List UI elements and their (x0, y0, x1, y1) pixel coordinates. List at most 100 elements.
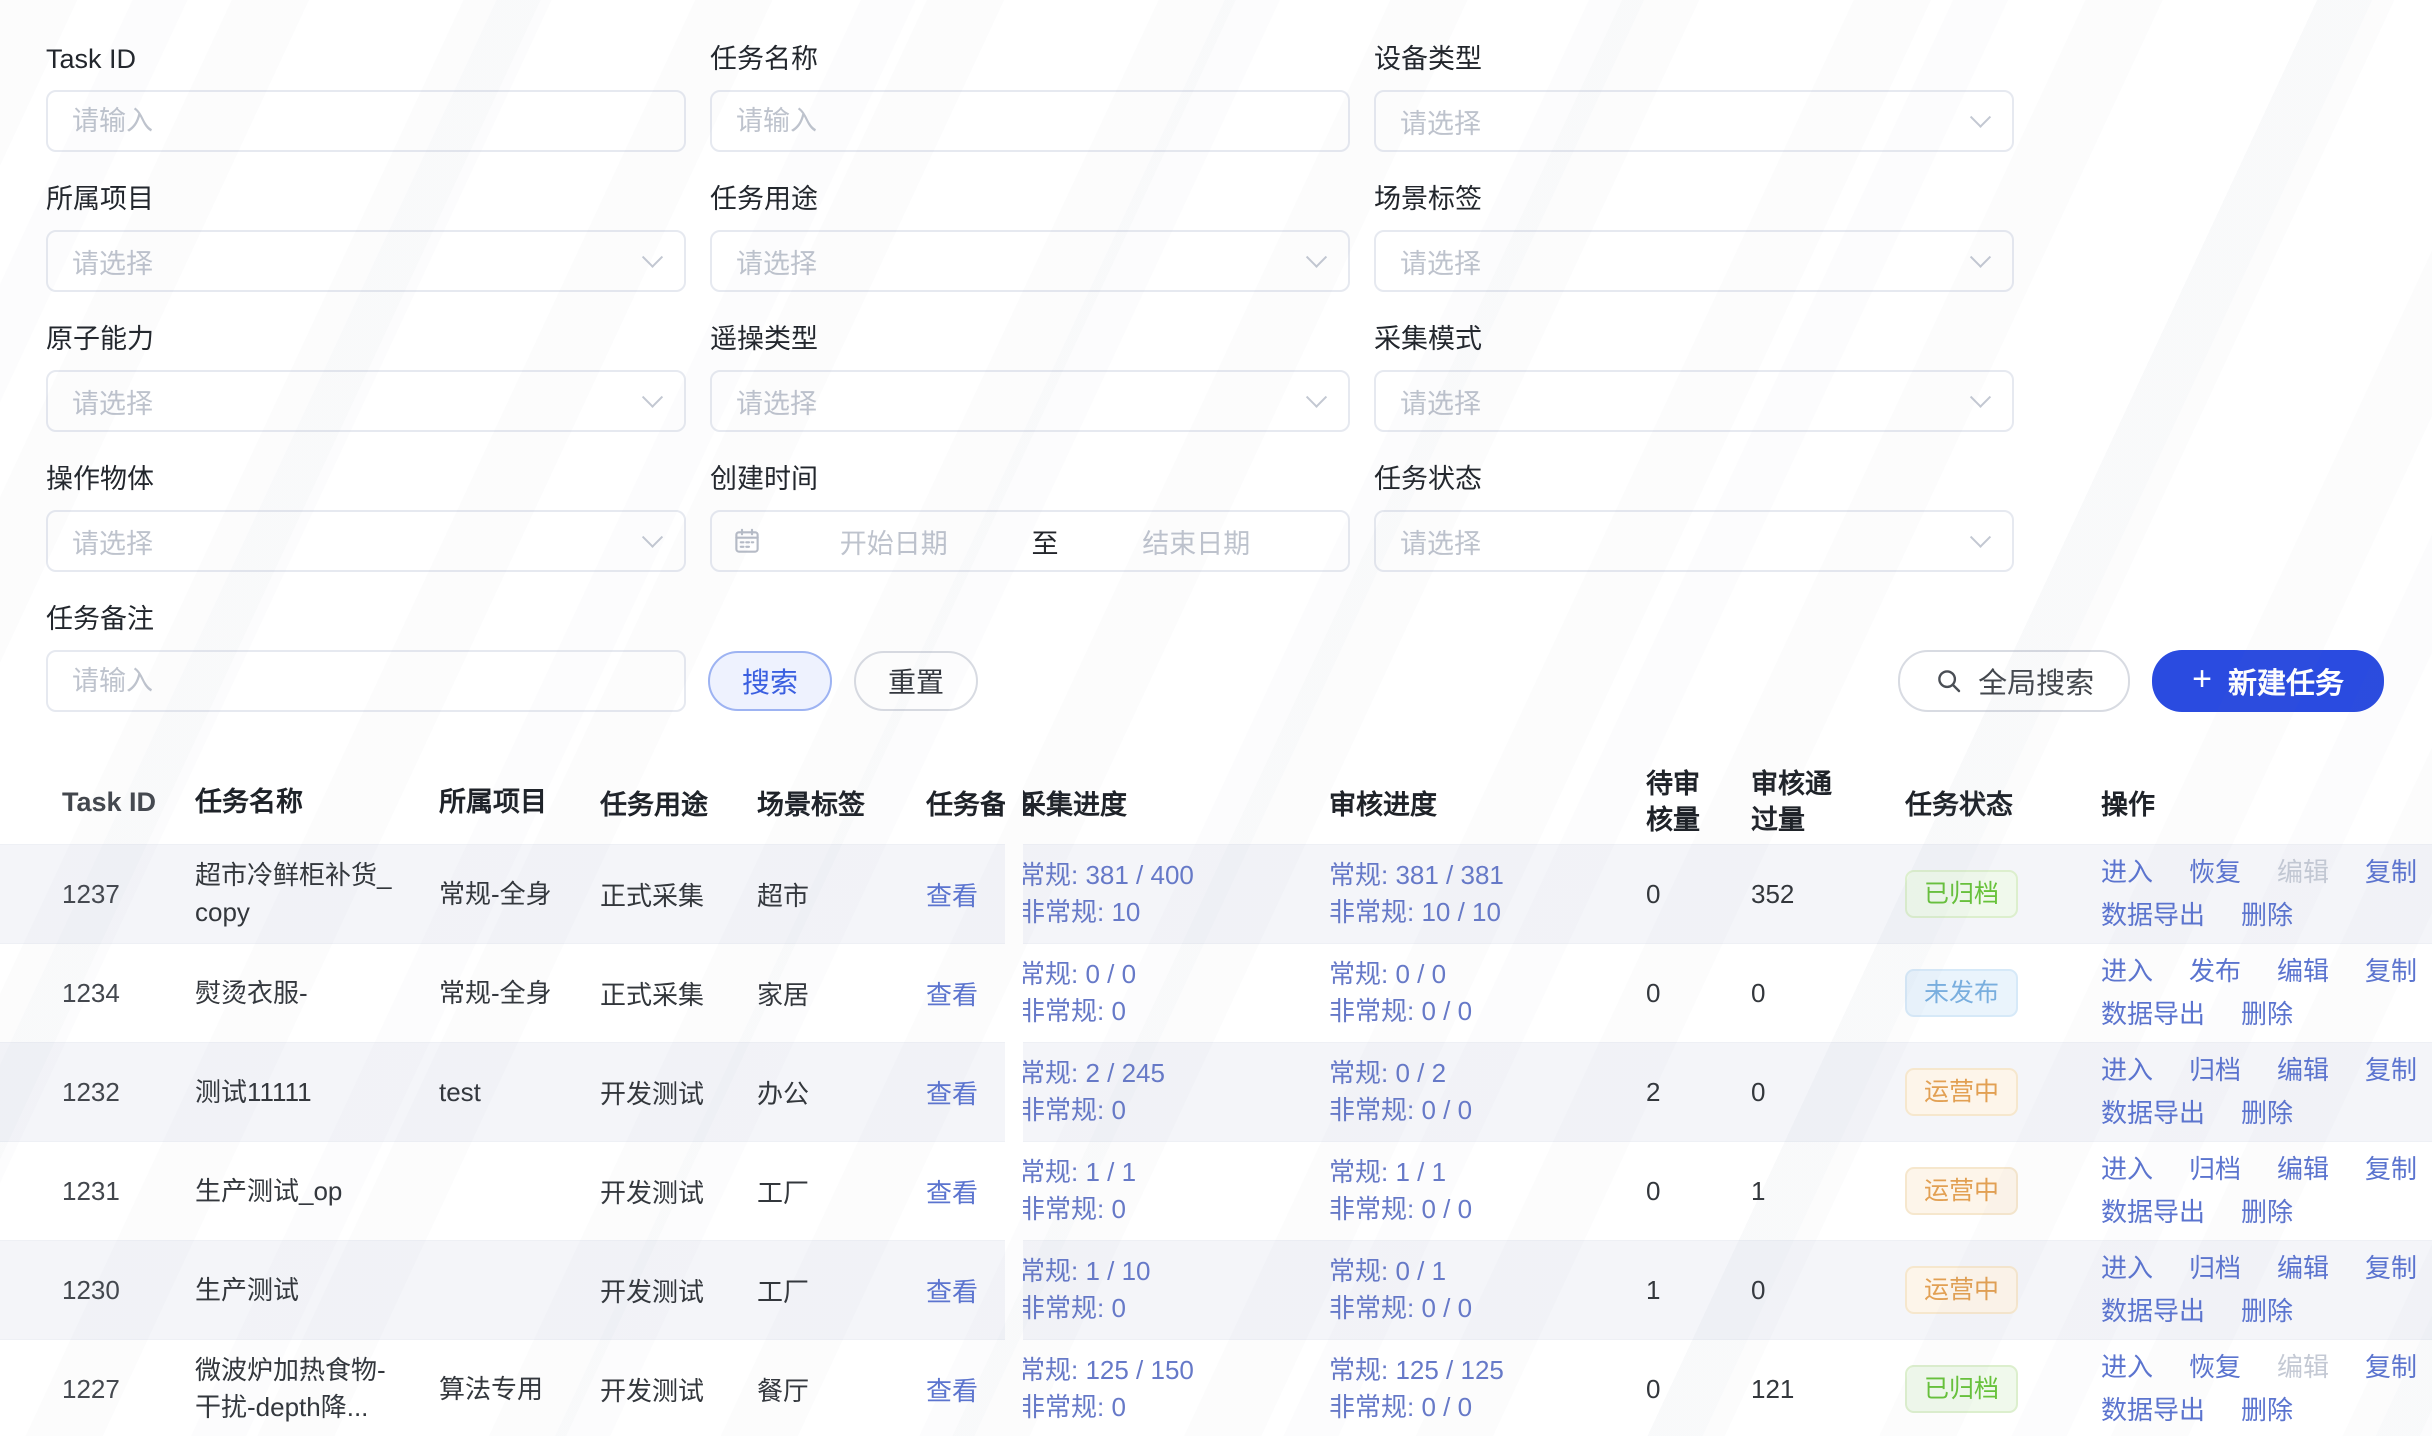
cell-task-note: 查看 (926, 1371, 1003, 1408)
action-link[interactable]: 恢复 (2189, 1349, 2241, 1386)
view-note-link[interactable]: 查看 (926, 1277, 978, 1307)
chevron-down-icon (1306, 386, 1327, 407)
cell-scene-tag: 办公 (757, 1074, 926, 1111)
action-link[interactable]: 复制 (2365, 1052, 2417, 1089)
action-link[interactable]: 归档 (2189, 1250, 2241, 1287)
cell-pending-count: 0 (1638, 1176, 1742, 1207)
progress-line: 常规: 125 / 125 (1329, 1352, 1638, 1389)
task-purpose-select[interactable]: 请选择 (710, 230, 1350, 292)
atomic-skill-select[interactable]: 请选择 (46, 370, 686, 432)
action-link[interactable]: 进入 (2101, 1052, 2153, 1089)
chevron-down-icon (1970, 106, 1991, 127)
filter-label: 原子能力 (46, 322, 686, 356)
view-note-link[interactable]: 查看 (926, 1376, 978, 1406)
view-note-link[interactable]: 查看 (926, 1079, 978, 1109)
progress-line: 非常规: 10 (1019, 894, 1329, 931)
action-link[interactable]: 发布 (2189, 953, 2241, 990)
filter-field-teleop-type: 遥操类型请选择 (710, 322, 1350, 432)
action-link[interactable]: 编辑 (2277, 1250, 2329, 1287)
action-link[interactable]: 删除 (2241, 1293, 2293, 1330)
search-button[interactable]: 搜索 (708, 651, 832, 711)
cell-pending-count: 0 (1638, 978, 1742, 1009)
cell-passed-count: 0 (1742, 1275, 1905, 1306)
filter-field-scene-tag: 场景标签请选择 (1374, 182, 2014, 292)
action-link: 编辑 (2277, 1349, 2329, 1386)
cell-collect-progress: 常规: 2 / 245非常规: 0 (1003, 1055, 1329, 1129)
action-link[interactable]: 删除 (2241, 1095, 2293, 1132)
action-link[interactable]: 编辑 (2277, 1052, 2329, 1089)
cell-task-note: 查看 (926, 1272, 1003, 1309)
device-type-select[interactable]: 请选择 (1374, 90, 2014, 152)
action-link[interactable]: 数据导出 (2101, 1194, 2205, 1231)
status-badge: 未发布 (1905, 969, 2018, 1017)
new-task-button[interactable]: + 新建任务 (2152, 650, 2384, 712)
action-link[interactable]: 编辑 (2277, 1151, 2329, 1188)
collect-mode-select[interactable]: 请选择 (1374, 370, 2014, 432)
progress-line: 常规: 1 / 1 (1019, 1154, 1329, 1191)
select-placeholder: 请选择 (736, 382, 1309, 421)
action-link[interactable]: 数据导出 (2101, 897, 2205, 934)
end-date-placeholder: 结束日期 (1065, 522, 1329, 561)
cell-task-id: 1237 (62, 879, 195, 910)
action-link[interactable]: 进入 (2101, 1151, 2153, 1188)
cell-review-progress: 常规: 0 / 0非常规: 0 / 0 (1329, 956, 1638, 1030)
table-row: 1232测试11111test开发测试办公查看常规: 2 / 245非常规: 0… (0, 1042, 2432, 1141)
fixed-column-divider (1005, 760, 1023, 1438)
object-select[interactable]: 请选择 (46, 510, 686, 572)
scene-tag-select[interactable]: 请选择 (1374, 230, 2014, 292)
cell-status: 运营中 (1905, 1068, 2090, 1116)
action-link[interactable]: 进入 (2101, 1349, 2153, 1386)
action-link[interactable]: 数据导出 (2101, 1095, 2205, 1132)
cell-task-note: 查看 (926, 975, 1003, 1012)
project-select[interactable]: 请选择 (46, 230, 686, 292)
action-link[interactable]: 归档 (2189, 1052, 2241, 1089)
task-id-input[interactable] (46, 90, 686, 152)
action-link[interactable]: 复制 (2365, 1349, 2417, 1386)
action-link: 编辑 (2277, 854, 2329, 891)
view-note-link[interactable]: 查看 (926, 881, 978, 911)
chevron-down-icon (1970, 386, 1991, 407)
global-search-button[interactable]: 全局搜索 (1898, 650, 2130, 712)
view-note-link[interactable]: 查看 (926, 1178, 978, 1208)
action-link[interactable]: 归档 (2189, 1151, 2241, 1188)
select-placeholder: 请选择 (1400, 522, 1973, 561)
action-link[interactable]: 复制 (2365, 1151, 2417, 1188)
cell-pending-count: 0 (1638, 879, 1742, 910)
progress-line: 非常规: 0 / 0 (1329, 993, 1638, 1030)
col-status: 任务状态 (1905, 783, 2090, 822)
task-name-input[interactable] (710, 90, 1350, 152)
action-link[interactable]: 复制 (2365, 953, 2417, 990)
row-actions: 进入发布编辑复制数据导出删除 (2101, 953, 2432, 1033)
action-link[interactable]: 删除 (2241, 996, 2293, 1033)
teleop-type-select[interactable]: 请选择 (710, 370, 1350, 432)
col-task-id: Task ID (62, 787, 195, 818)
cell-project: 常规-全身 (439, 975, 600, 1012)
filter-label: 操作物体 (46, 462, 686, 496)
action-link[interactable]: 复制 (2365, 854, 2417, 891)
reset-button[interactable]: 重置 (854, 651, 978, 711)
action-link[interactable]: 删除 (2241, 1194, 2293, 1231)
action-link[interactable]: 进入 (2101, 854, 2153, 891)
action-link[interactable]: 恢复 (2189, 854, 2241, 891)
action-link[interactable]: 进入 (2101, 1250, 2153, 1287)
action-link[interactable]: 数据导出 (2101, 996, 2205, 1033)
cell-actions: 进入归档编辑复制数据导出删除 (2090, 1151, 2432, 1231)
action-link[interactable]: 编辑 (2277, 953, 2329, 990)
progress-line: 常规: 125 / 150 (1019, 1352, 1329, 1389)
cell-project: 常规-全身 (439, 876, 600, 913)
create-time-daterange[interactable]: 开始日期至结束日期 (710, 510, 1350, 572)
action-link[interactable]: 进入 (2101, 953, 2153, 990)
filter-label: 创建时间 (710, 462, 1350, 496)
cell-task-name: 生产测试_op (195, 1173, 439, 1210)
action-link[interactable]: 删除 (2241, 897, 2293, 934)
action-link[interactable]: 复制 (2365, 1250, 2417, 1287)
filter-field-collect-mode: 采集模式请选择 (1374, 322, 2014, 432)
task-note-input[interactable] (46, 650, 686, 712)
cell-purpose: 开发测试 (600, 1173, 757, 1210)
action-link[interactable]: 数据导出 (2101, 1293, 2205, 1330)
filter-field-task-status: 任务状态请选择 (1374, 462, 2014, 572)
action-link[interactable]: 删除 (2241, 1392, 2293, 1429)
action-link[interactable]: 数据导出 (2101, 1392, 2205, 1429)
task-status-select[interactable]: 请选择 (1374, 510, 2014, 572)
view-note-link[interactable]: 查看 (926, 980, 978, 1010)
